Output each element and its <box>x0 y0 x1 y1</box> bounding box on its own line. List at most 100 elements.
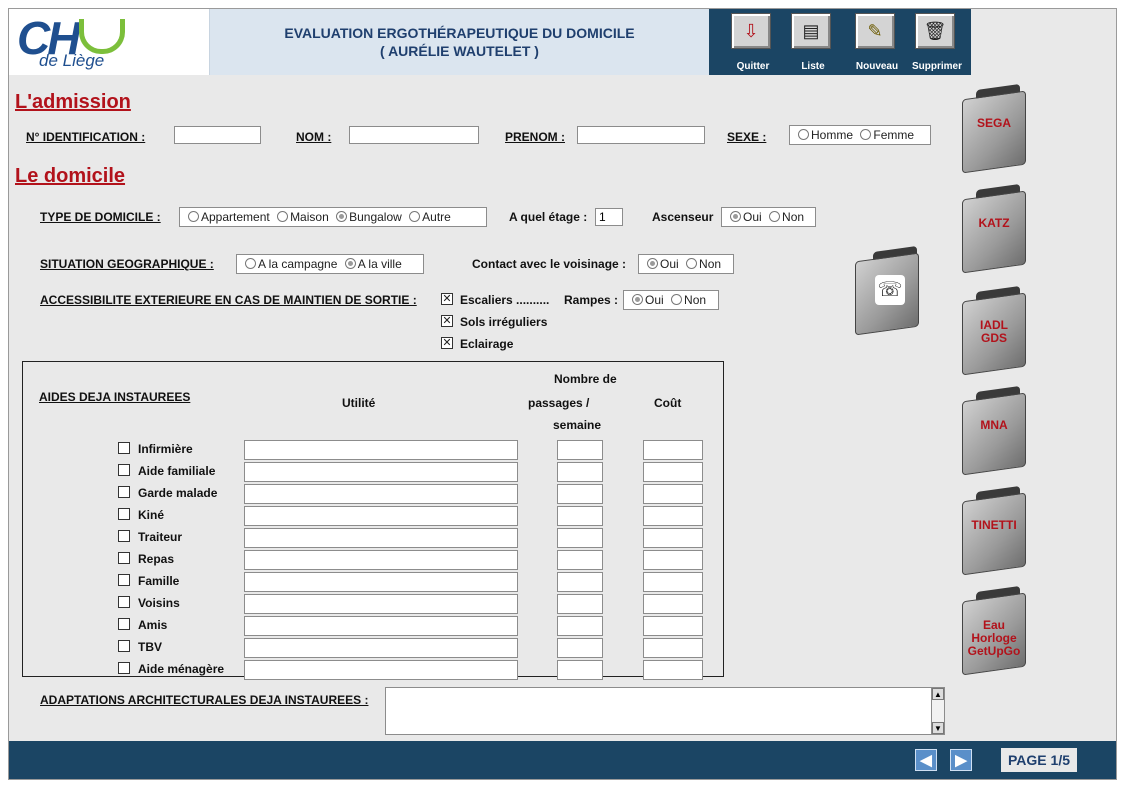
section-admission-title: L'admission <box>15 91 131 113</box>
folder-eau-button[interactable]: Eau Horloge GetUpGo <box>962 585 1026 676</box>
aide-passages-input[interactable] <box>557 528 603 548</box>
aide-passages-input[interactable] <box>557 660 603 680</box>
aide-utilite-input[interactable] <box>244 638 518 658</box>
aide-passages-input[interactable] <box>557 594 603 614</box>
aide-checkbox[interactable] <box>118 662 130 674</box>
scroll-down-icon[interactable]: ▼ <box>932 722 944 734</box>
aide-cout-input[interactable] <box>643 506 703 526</box>
aide-cout-input[interactable] <box>643 572 703 592</box>
delete-button[interactable]: 🗑 Supprimer <box>911 13 965 73</box>
aide-checkbox[interactable] <box>118 596 130 608</box>
aide-passages-input[interactable] <box>557 506 603 526</box>
folder-tinetti-button[interactable]: TINETTI <box>962 485 1026 576</box>
folder-katz-button[interactable]: KATZ <box>962 183 1026 274</box>
aide-utilite-input[interactable] <box>244 462 518 482</box>
prenom-input[interactable] <box>577 126 705 144</box>
voisinage-non-radio[interactable] <box>686 258 698 269</box>
sexe-radio-group: Homme Femme <box>789 125 931 145</box>
phone-contact-icon[interactable]: ☏ <box>855 245 925 336</box>
rampes-non-radio[interactable] <box>671 294 683 305</box>
aide-passages-input[interactable] <box>557 638 603 658</box>
ascenseur-label: Ascenseur <box>652 210 714 224</box>
title-line-2: ( AURÉLIE WAUTELET ) <box>380 43 539 59</box>
voisinage-radio-group: Oui Non <box>638 254 734 274</box>
adaptations-textarea[interactable]: ▲ ▼ <box>385 687 945 735</box>
adaptations-scrollbar[interactable]: ▲ ▼ <box>931 688 944 734</box>
aide-cout-input[interactable] <box>643 462 703 482</box>
voisinage-oui-radio[interactable] <box>647 258 658 269</box>
nom-input[interactable] <box>349 126 479 144</box>
folder-icon <box>962 392 1026 476</box>
aide-utilite-input[interactable] <box>244 484 518 504</box>
aide-utilite-input[interactable] <box>244 528 518 548</box>
aide-cout-input[interactable] <box>643 440 703 460</box>
aide-utilite-input[interactable] <box>244 616 518 636</box>
aide-checkbox[interactable] <box>118 442 130 454</box>
sols-irreguliers-checkbox[interactable]: ✕ <box>441 315 453 327</box>
aide-checkbox[interactable] <box>118 618 130 630</box>
type-appartement-radio[interactable] <box>188 211 199 222</box>
aide-passages-input[interactable] <box>557 484 603 504</box>
etage-input[interactable]: 1 <box>595 208 623 226</box>
type-autre-label: Autre <box>422 210 451 224</box>
aide-cout-input[interactable] <box>643 550 703 570</box>
aide-cout-input[interactable] <box>643 638 703 658</box>
sexe-homme-radio[interactable] <box>798 129 809 140</box>
type-appartement-label: Appartement <box>201 210 270 224</box>
col-cout-header: Coût <box>654 396 682 410</box>
aide-utilite-input[interactable] <box>244 572 518 592</box>
type-autre-radio[interactable] <box>409 211 421 222</box>
aide-passages-input[interactable] <box>557 572 603 592</box>
aide-passages-input[interactable] <box>557 462 603 482</box>
quit-button[interactable]: ⇩ Quitter <box>727 13 781 73</box>
aide-checkbox[interactable] <box>118 508 130 520</box>
eclairage-checkbox[interactable]: ✕ <box>441 337 453 349</box>
aide-passages-input[interactable] <box>557 616 603 636</box>
aide-utilite-input[interactable] <box>244 506 518 526</box>
aide-checkbox[interactable] <box>118 464 130 476</box>
aide-passages-input[interactable] <box>557 550 603 570</box>
folder-mna-button[interactable]: MNA <box>962 385 1026 476</box>
toolbar: ⇩ Quitter ▤ Liste ✎ Nouveau 🗑 Supprimer <box>709 9 971 75</box>
aide-cout-input[interactable] <box>643 616 703 636</box>
ascenseur-non-radio[interactable] <box>769 211 781 222</box>
id-input[interactable] <box>174 126 261 144</box>
previous-page-button[interactable]: ◀ <box>915 749 937 771</box>
aide-cout-input[interactable] <box>643 660 703 680</box>
rampes-oui-radio[interactable] <box>632 294 643 305</box>
aide-utilite-input[interactable] <box>244 440 518 460</box>
aide-checkbox[interactable] <box>118 640 130 652</box>
ascenseur-oui-radio[interactable] <box>730 211 741 222</box>
title-line-1: EVALUATION ERGOTHÉRAPEUTIQUE DU DOMICILE <box>284 25 635 41</box>
list-button[interactable]: ▤ Liste <box>787 13 841 73</box>
list-label: Liste <box>801 61 825 72</box>
aide-label: Aide ménagère <box>138 662 225 676</box>
aide-label: Voisins <box>138 596 180 610</box>
aide-utilite-input[interactable] <box>244 594 518 614</box>
situation-campagne-radio[interactable] <box>245 258 256 269</box>
aide-checkbox[interactable] <box>118 486 130 498</box>
type-bungalow-radio[interactable] <box>336 211 348 222</box>
folder-label-line-2: GDS <box>980 331 1007 345</box>
escaliers-checkbox[interactable]: ✕ <box>441 293 453 305</box>
sexe-femme-radio[interactable] <box>860 129 872 140</box>
aide-cout-input[interactable] <box>643 484 703 504</box>
scroll-up-icon[interactable]: ▲ <box>932 688 944 700</box>
situation-ville-radio[interactable] <box>344 258 356 269</box>
folder-iadl-button[interactable]: IADL GDS <box>962 285 1026 376</box>
aide-checkbox[interactable] <box>118 552 130 564</box>
new-button[interactable]: ✎ Nouveau <box>851 13 905 73</box>
folder-sega-button[interactable]: SEGA <box>962 83 1026 174</box>
next-page-button[interactable]: ▶ <box>950 749 972 771</box>
aide-utilite-input[interactable] <box>244 660 518 680</box>
aide-utilite-input[interactable] <box>244 550 518 570</box>
type-domicile-radio-group: Appartement Maison Bungalow Autre <box>179 207 487 227</box>
aide-checkbox[interactable] <box>118 574 130 586</box>
type-maison-radio[interactable] <box>277 211 289 222</box>
folder-icon <box>962 190 1026 274</box>
aide-cout-input[interactable] <box>643 528 703 548</box>
aide-checkbox[interactable] <box>118 530 130 542</box>
new-label: Nouveau <box>855 61 899 72</box>
aide-passages-input[interactable] <box>557 440 603 460</box>
aide-cout-input[interactable] <box>643 594 703 614</box>
